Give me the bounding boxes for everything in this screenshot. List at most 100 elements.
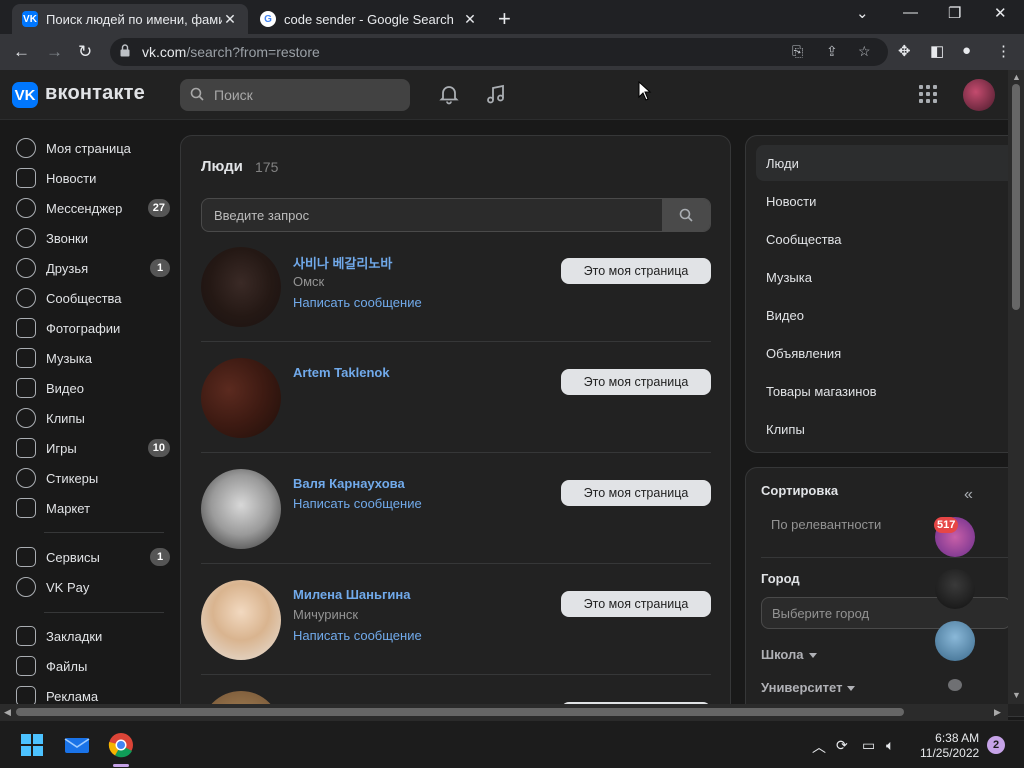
vk-logo-icon[interactable]: VK	[12, 82, 38, 108]
forward-icon[interactable]: →	[46, 42, 63, 62]
bookmark-star-icon[interactable]: ☆	[858, 43, 871, 60]
close-tab-icon[interactable]: ✕	[222, 11, 238, 28]
horizontal-scrollbar[interactable]: ◀ ▶	[0, 704, 1008, 720]
windows-start-icon[interactable]	[21, 734, 43, 756]
university-dropdown[interactable]: Университет	[761, 680, 856, 695]
school-dropdown[interactable]: Школа	[761, 647, 817, 662]
chat-avatar[interactable]	[935, 569, 975, 609]
mail-app-icon[interactable]	[63, 731, 91, 759]
sidebar-item-vkpay[interactable]: VK Pay	[10, 572, 170, 602]
scroll-thumb[interactable]	[1012, 84, 1020, 310]
sidebar-item-market[interactable]: Маркет	[10, 493, 170, 523]
minimize-icon[interactable]: —	[903, 4, 918, 21]
collapse-chats-icon[interactable]: «	[964, 486, 973, 504]
section-communities[interactable]: Сообщества	[756, 221, 1016, 257]
section-shop-products[interactable]: Товары магазинов	[756, 373, 1016, 409]
address-bar[interactable]: vk.com/search?from=restore ⎘ ⇪ ☆	[110, 38, 888, 66]
phone-icon	[16, 228, 36, 248]
person-name[interactable]: Милена Шаньгина	[293, 587, 410, 602]
show-hidden-icons-chevron-icon[interactable]: ︿	[812, 737, 826, 757]
scroll-right-icon[interactable]: ▶	[994, 707, 1001, 718]
tab-search-chevron-icon[interactable]: ⌄	[856, 4, 869, 22]
side-panel-icon[interactable]: ◧	[930, 42, 944, 60]
sidebar-item-games[interactable]: Игры 10	[10, 433, 170, 463]
display-icon[interactable]: ▭	[862, 737, 875, 754]
sidebar-item-photos[interactable]: Фотографии	[10, 313, 170, 343]
this-is-my-page-button[interactable]: Это моя страница	[561, 258, 711, 284]
avatar[interactable]	[201, 580, 281, 660]
section-people[interactable]: Люди	[756, 145, 1016, 181]
sidebar-item-communities[interactable]: Сообщества	[10, 283, 170, 313]
this-is-my-page-button[interactable]: Это моя страница	[561, 591, 711, 617]
tab-google-search[interactable]: G code sender - Google Search ✕	[250, 4, 488, 34]
user-icon	[16, 138, 36, 158]
sidebar-item-clips[interactable]: Клипы	[10, 403, 170, 433]
close-tab-icon[interactable]: ✕	[462, 11, 478, 28]
restore-icon[interactable]: ❐	[948, 4, 961, 22]
query-search-button[interactable]	[662, 199, 710, 231]
this-is-my-page-button[interactable]: Это моя страница	[561, 480, 711, 506]
section-music[interactable]: Музыка	[756, 259, 1016, 295]
sidebar-item-bookmarks[interactable]: Закладки	[10, 621, 170, 651]
sync-icon[interactable]: ⟳	[836, 737, 848, 754]
vertical-scrollbar[interactable]: ▲ ▼	[1008, 70, 1024, 704]
section-news[interactable]: Новости	[756, 183, 1016, 219]
system-clock[interactable]: 6:38 AM 11/25/2022	[920, 731, 979, 761]
sidebar-item-calls[interactable]: Звонки	[10, 223, 170, 253]
tab-vk-search[interactable]: VK Поиск людей по имени, фамилии ✕	[12, 4, 248, 34]
person-name[interactable]: Artem Taklenok	[293, 365, 390, 380]
sidebar-item-stickers[interactable]: Стикеры	[10, 463, 170, 493]
divider	[201, 563, 711, 564]
scroll-left-icon[interactable]: ◀	[4, 707, 11, 718]
profile-icon[interactable]: ●	[962, 42, 971, 59]
section-video[interactable]: Видео	[756, 297, 1016, 333]
sidebar-item-news[interactable]: Новости	[10, 163, 170, 193]
volume-icon[interactable]: 🔈︎	[886, 737, 894, 754]
music-note-icon[interactable]	[485, 83, 507, 105]
reload-icon[interactable]: ↻	[78, 42, 92, 62]
new-tab-icon[interactable]: +	[498, 6, 511, 32]
user-avatar[interactable]	[963, 79, 995, 111]
sidebar-item-friends[interactable]: Друзья 1	[10, 253, 170, 283]
chat-avatar[interactable]	[935, 621, 975, 661]
notification-count-badge[interactable]: 2	[987, 736, 1005, 754]
scroll-down-icon[interactable]: ▼	[1012, 690, 1021, 700]
this-is-my-page-button[interactable]: Это моя страница	[561, 369, 711, 395]
notifications-bell-icon[interactable]	[438, 83, 460, 105]
city-select[interactable]: Выберите город	[761, 597, 1011, 629]
vk-search-input[interactable]: Поиск	[180, 79, 410, 111]
sidebar-item-video[interactable]: Видео	[10, 373, 170, 403]
chat-bubble-icon[interactable]	[948, 679, 962, 691]
sidebar-item-services[interactable]: Сервисы 1	[10, 542, 170, 572]
browser-menu-icon[interactable]: ⋮	[996, 42, 1011, 60]
translate-icon[interactable]: ⎘	[792, 43, 803, 60]
person-name[interactable]: Валя Карнаухова	[293, 476, 405, 491]
sidebar-item-music[interactable]: Музыка	[10, 343, 170, 373]
write-message-link[interactable]: Написать сообщение	[293, 628, 422, 643]
apps-grid-icon[interactable]	[919, 85, 937, 103]
scroll-up-icon[interactable]: ▲	[1012, 72, 1021, 82]
sidebar-item-my-page[interactable]: Моя страница	[10, 133, 170, 163]
section-clips[interactable]: Клипы	[756, 411, 1016, 447]
window-close-icon[interactable]: ✕	[994, 4, 1007, 22]
query-input[interactable]: Введите запрос	[201, 198, 711, 232]
sidebar-item-messenger[interactable]: Мессенджер 27	[10, 193, 170, 223]
back-icon[interactable]: ←	[13, 42, 30, 62]
person-city: Омск	[293, 274, 325, 289]
person-name[interactable]: 사비나 베갈리노바	[293, 253, 392, 272]
chrome-app-icon[interactable]	[107, 731, 135, 759]
avatar[interactable]	[201, 358, 281, 438]
vkpay-icon	[16, 577, 36, 597]
scroll-thumb[interactable]	[16, 708, 904, 716]
share-icon[interactable]: ⇪	[826, 43, 838, 60]
avatar[interactable]	[201, 469, 281, 549]
sidebar-item-files[interactable]: Файлы	[10, 651, 170, 681]
section-classifieds[interactable]: Объявления	[756, 335, 1016, 371]
write-message-link[interactable]: Написать сообщение	[293, 496, 422, 511]
messenger-badge: 27	[147, 199, 170, 217]
write-message-link[interactable]: Написать сообщение	[293, 295, 422, 310]
games-icon	[16, 438, 36, 458]
avatar[interactable]	[201, 247, 281, 327]
vk-logo-text[interactable]: вконтакте	[45, 82, 145, 105]
extensions-icon[interactable]: ✥	[898, 42, 911, 60]
